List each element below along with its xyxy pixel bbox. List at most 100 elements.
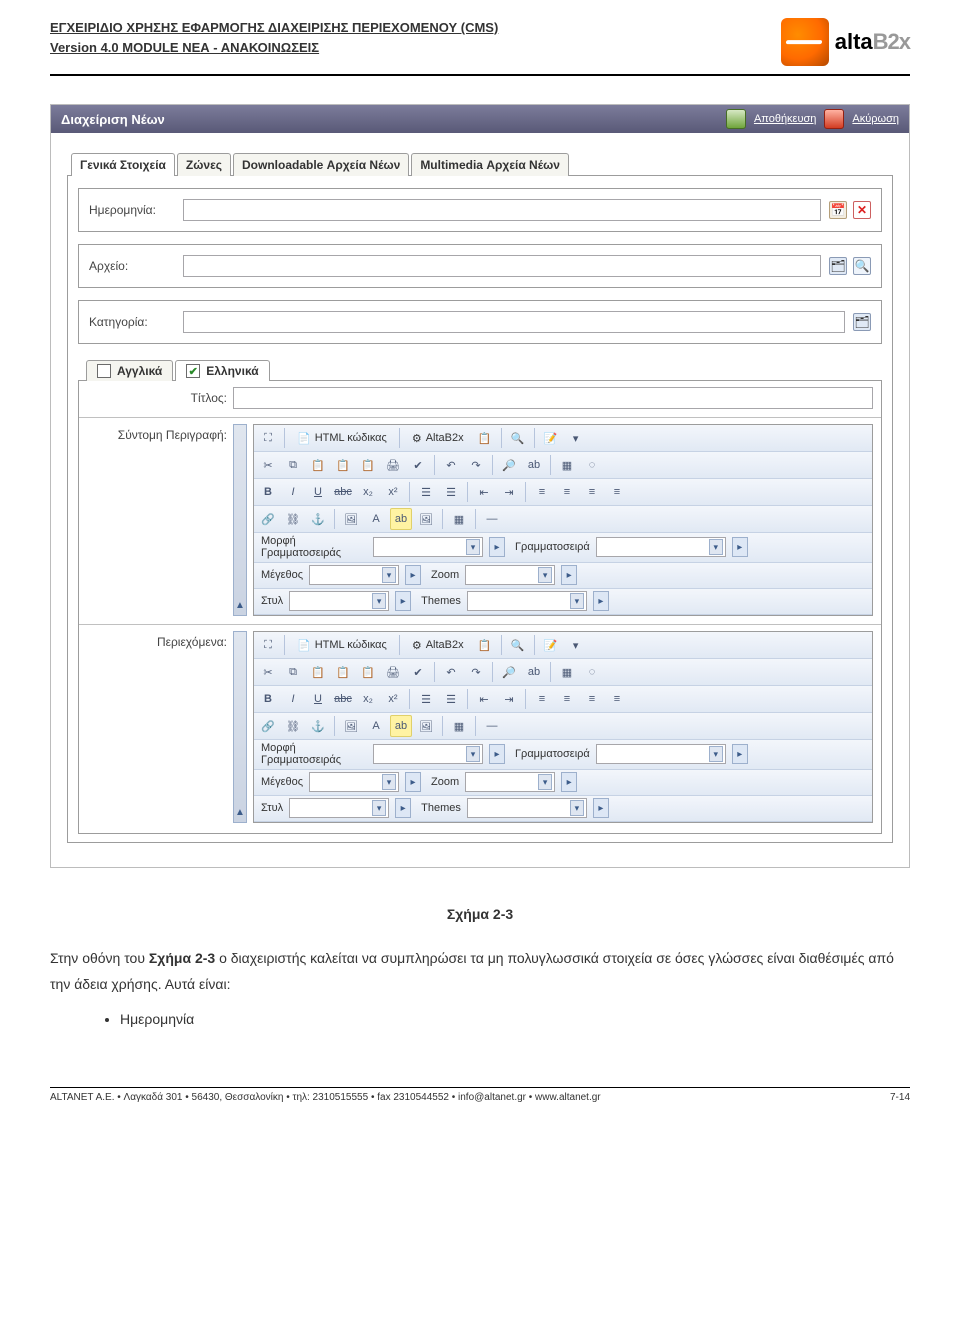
zoom-apply[interactable]: ▸ [561, 565, 577, 585]
link-icon[interactable]: 🔗 [257, 508, 279, 530]
checkbox-greek[interactable] [186, 364, 200, 378]
fullscreen-icon[interactable]: ⛶ [257, 427, 279, 449]
tab-zones[interactable]: Ζώνες [177, 153, 231, 176]
align-left-icon[interactable]: ≡ [531, 688, 553, 710]
select-all-icon[interactable]: ▦ [556, 661, 578, 683]
align-right-icon[interactable]: ≡ [581, 688, 603, 710]
insert-image-icon[interactable]: 🖼 [415, 715, 437, 737]
subscript-icon[interactable]: x₂ [357, 688, 379, 710]
indent-icon[interactable]: ⇥ [498, 481, 520, 503]
clear-icon[interactable]: ✕ [853, 201, 871, 219]
zoom-dropdown[interactable]: ▾ [465, 565, 555, 585]
html-source-button[interactable]: 📄 HTML κώδικας [290, 427, 394, 449]
size-apply[interactable]: ▸ [405, 772, 421, 792]
redo-icon[interactable]: ↷ [465, 454, 487, 476]
themes-dropdown[interactable]: ▾ [467, 798, 587, 818]
ol-icon[interactable]: ☰ [415, 481, 437, 503]
copy-icon[interactable]: ⧉ [282, 454, 304, 476]
paste-plain-icon[interactable]: 📋 [357, 454, 379, 476]
find-icon[interactable]: 🔎 [498, 454, 520, 476]
underline-icon[interactable]: U [307, 481, 329, 503]
font-format-dropdown[interactable]: ▾ [373, 537, 483, 557]
altab2x-button[interactable]: ⚙ AltaB2x [405, 427, 471, 449]
table-icon[interactable]: ▦ [448, 715, 470, 737]
save-icon[interactable] [726, 109, 746, 129]
italic-icon[interactable]: I [282, 688, 304, 710]
paste-word-icon[interactable]: 📋 [332, 661, 354, 683]
highlight-icon[interactable]: ab [390, 715, 412, 737]
ul-icon[interactable]: ☰ [440, 688, 462, 710]
template-icon[interactable]: 📝 [540, 634, 562, 656]
style-apply[interactable]: ▸ [395, 591, 411, 611]
ol-icon[interactable]: ☰ [415, 688, 437, 710]
tab-downloadable[interactable]: Downloadable Αρχεία Νέων [233, 153, 409, 176]
file-input[interactable] [183, 255, 821, 277]
font-format-apply[interactable]: ▸ [489, 744, 505, 764]
subscript-icon[interactable]: x₂ [357, 481, 379, 503]
print-icon[interactable]: 🖨 [382, 454, 404, 476]
replace-icon[interactable]: ab [523, 454, 545, 476]
anchor-icon[interactable]: ⚓ [307, 715, 329, 737]
bold-icon[interactable]: B [257, 688, 279, 710]
altab2x-button[interactable]: ⚙ AltaB2x [405, 634, 471, 656]
paste-icon[interactable]: 📋 [474, 427, 496, 449]
spellcheck-icon[interactable]: ✔ [407, 454, 429, 476]
preview-icon[interactable]: 🔍 [853, 257, 871, 275]
table-icon[interactable]: ▦ [448, 508, 470, 530]
align-justify-icon[interactable]: ≡ [606, 688, 628, 710]
cut-icon[interactable]: ✂ [257, 661, 279, 683]
zoom-dropdown[interactable]: ▾ [465, 772, 555, 792]
search-icon[interactable]: 🔍 [507, 634, 529, 656]
indent-icon[interactable]: ⇥ [498, 688, 520, 710]
paste2-icon[interactable]: 📋 [307, 454, 329, 476]
highlight-icon[interactable]: ab [390, 508, 412, 530]
remove-format-icon[interactable]: ◌ [581, 454, 603, 476]
paste-word-icon[interactable]: 📋 [332, 454, 354, 476]
tab-multimedia[interactable]: Multimedia Αρχεία Νέων [411, 153, 569, 176]
italic-icon[interactable]: I [282, 481, 304, 503]
find-icon[interactable]: 🔎 [498, 661, 520, 683]
unlink-icon[interactable]: ⛓ [282, 715, 304, 737]
align-left-icon[interactable]: ≡ [531, 481, 553, 503]
checkbox-english[interactable] [97, 364, 111, 378]
superscript-icon[interactable]: x² [382, 688, 404, 710]
strike-icon[interactable]: abc [332, 481, 354, 503]
font-format-dropdown[interactable]: ▾ [373, 744, 483, 764]
dropdown-icon[interactable]: ▾ [565, 634, 587, 656]
cancel-icon[interactable] [824, 109, 844, 129]
font-color-icon[interactable]: A [365, 715, 387, 737]
bold-icon[interactable]: B [257, 481, 279, 503]
size-dropdown[interactable]: ▾ [309, 565, 399, 585]
cancel-link[interactable]: Ακύρωση [852, 113, 899, 125]
align-center-icon[interactable]: ≡ [556, 688, 578, 710]
image-icon[interactable]: 🖼 [340, 715, 362, 737]
outdent-icon[interactable]: ⇤ [473, 481, 495, 503]
select-all-icon[interactable]: ▦ [556, 454, 578, 476]
unlink-icon[interactable]: ⛓ [282, 508, 304, 530]
align-center-icon[interactable]: ≡ [556, 481, 578, 503]
font-family-dropdown[interactable]: ▾ [596, 537, 726, 557]
spellcheck-icon[interactable]: ✔ [407, 661, 429, 683]
calendar-icon[interactable]: 📅 [829, 201, 847, 219]
lang-tab-greek[interactable]: Ελληνικά [175, 360, 269, 381]
font-family-dropdown[interactable]: ▾ [596, 744, 726, 764]
style-apply[interactable]: ▸ [395, 798, 411, 818]
superscript-icon[interactable]: x² [382, 481, 404, 503]
undo-icon[interactable]: ↶ [440, 454, 462, 476]
hr-icon[interactable]: — [481, 508, 503, 530]
collapse-handle-2[interactable]: ▲ [233, 631, 247, 823]
cut-icon[interactable]: ✂ [257, 454, 279, 476]
style-dropdown[interactable]: ▾ [289, 798, 389, 818]
browse-icon[interactable]: 🗂 [829, 257, 847, 275]
collapse-handle[interactable]: ▲ [233, 424, 247, 616]
dropdown-icon[interactable]: ▾ [565, 427, 587, 449]
themes-apply[interactable]: ▸ [593, 591, 609, 611]
fullscreen-icon[interactable]: ⛶ [257, 634, 279, 656]
style-dropdown[interactable]: ▾ [289, 591, 389, 611]
category-browse-icon[interactable]: 🗂 [853, 313, 871, 331]
date-input[interactable] [183, 199, 821, 221]
html-source-button[interactable]: 📄 HTML κώδικας [290, 634, 394, 656]
align-right-icon[interactable]: ≡ [581, 481, 603, 503]
link-icon[interactable]: 🔗 [257, 715, 279, 737]
undo-icon[interactable]: ↶ [440, 661, 462, 683]
